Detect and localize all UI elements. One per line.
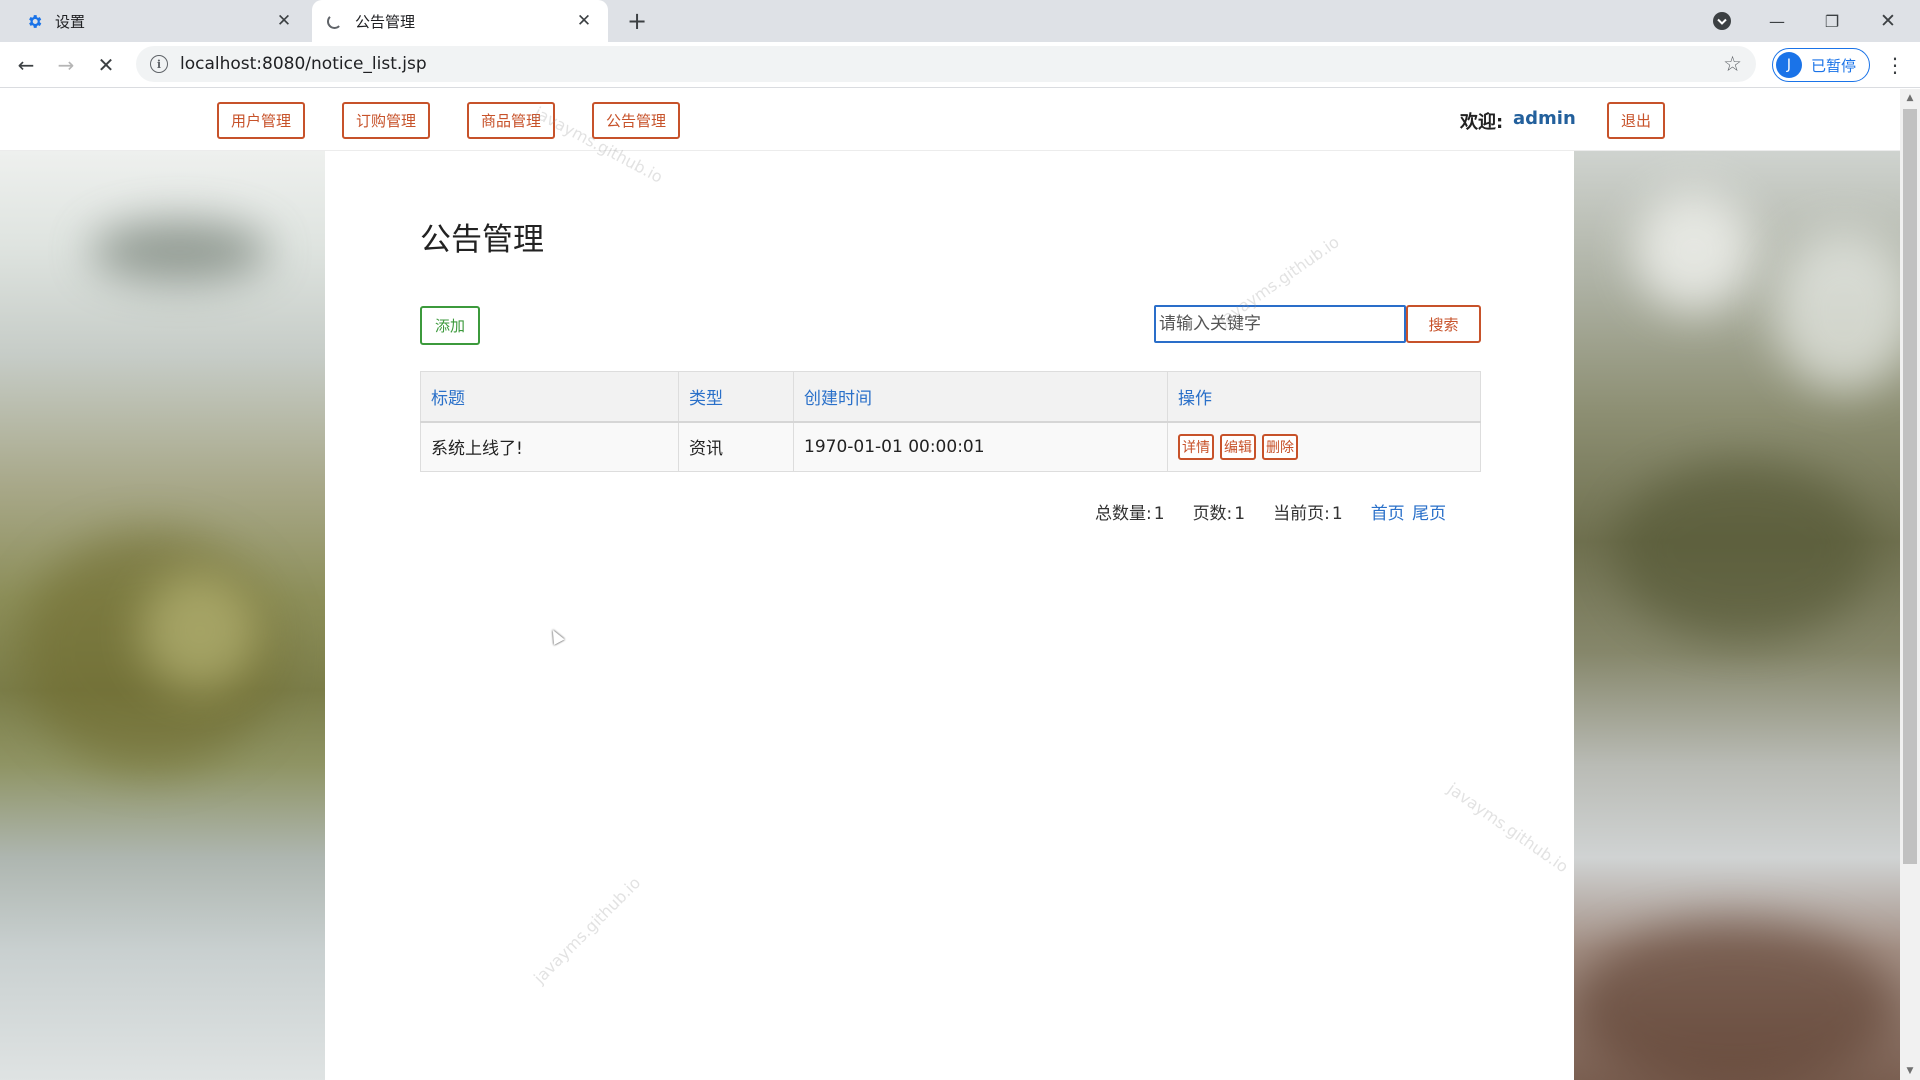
background-photo-left <box>0 151 325 1080</box>
search-input[interactable] <box>1154 305 1406 343</box>
gear-icon <box>26 13 43 30</box>
current-page: 1 <box>1331 504 1343 524</box>
page-title: 公告管理 <box>420 222 544 258</box>
minimize-icon[interactable]: — <box>1755 0 1799 42</box>
pagination: 总数量: 1 页数: 1 当前页: 1 首页 尾页 <box>1095 499 1448 524</box>
add-button[interactable]: 添加 <box>420 306 480 345</box>
nav-user-management[interactable]: 用户管理 <box>217 102 306 139</box>
close-icon[interactable]: ✕ <box>574 11 594 31</box>
current-user: admin <box>1513 108 1576 129</box>
edit-button[interactable]: 编辑 <box>1220 433 1256 460</box>
cell-title: 系统上线了! <box>420 421 679 472</box>
avatar: J <box>1776 52 1802 78</box>
column-header-title[interactable]: 标题 <box>420 371 679 423</box>
vertical-scrollbar[interactable]: ▲ ▼ <box>1900 89 1920 1080</box>
first-page-link[interactable]: 首页 <box>1371 504 1405 524</box>
tab-settings[interactable]: 设置 ✕ <box>12 0 308 42</box>
profile-button[interactable]: J 已暂停 <box>1772 48 1870 82</box>
loading-spinner-icon <box>326 13 343 30</box>
stop-loading-icon[interactable]: ✕ <box>90 49 122 81</box>
page-viewport: 用户管理 订购管理 商品管理 公告管理 欢迎: admin 退出 公告管理 添加… <box>0 89 1900 1080</box>
tab-notice-management[interactable]: 公告管理 ✕ <box>312 0 608 42</box>
more-menu-icon[interactable]: ⋮ <box>1880 48 1910 82</box>
search-button[interactable]: 搜索 <box>1406 305 1481 343</box>
scrollbar-thumb[interactable] <box>1903 109 1917 864</box>
column-header-created[interactable]: 创建时间 <box>793 371 1168 423</box>
bookmark-star-icon[interactable]: ☆ <box>1723 52 1742 76</box>
tab-strip: 设置 ✕ 公告管理 ✕ + — ❐ ✕ <box>0 0 1920 42</box>
cell-actions: 详情 编辑 删除 <box>1167 421 1481 472</box>
restore-icon[interactable]: ❐ <box>1810 0 1854 42</box>
nav-product-management[interactable]: 商品管理 <box>467 102 556 139</box>
cell-created: 1970-01-01 00:00:01 <box>793 421 1168 472</box>
browser-toolbar: ← → ✕ i localhost:8080/notice_list.jsp ☆… <box>0 42 1920 88</box>
column-header-type[interactable]: 类型 <box>678 371 794 423</box>
page-count-label: 页数: <box>1192 504 1233 524</box>
close-icon[interactable]: ✕ <box>274 11 294 31</box>
scroll-up-arrow-icon[interactable]: ▲ <box>1900 89 1920 107</box>
profile-status: 已暂停 <box>1811 56 1857 75</box>
forward-arrow-icon[interactable]: → <box>50 49 82 81</box>
total-count: 1 <box>1153 504 1165 524</box>
page-count: 1 <box>1234 504 1246 524</box>
table-row: 系统上线了! 资讯 1970-01-01 00:00:01 详情 编辑 删除 <box>420 421 1481 472</box>
top-navigation: 用户管理 订购管理 商品管理 公告管理 欢迎: admin 退出 <box>0 89 1900 151</box>
cell-type: 资讯 <box>678 421 794 472</box>
tab-title: 设置 <box>55 12 86 31</box>
close-window-icon[interactable]: ✕ <box>1866 0 1910 42</box>
notice-table: 标题 类型 创建时间 操作 系统上线了! 资讯 1970-01-01 00:00… <box>420 371 1481 472</box>
info-icon[interactable]: i <box>150 55 168 73</box>
logout-button[interactable]: 退出 <box>1607 102 1666 139</box>
detail-button[interactable]: 详情 <box>1178 433 1214 460</box>
tab-title: 公告管理 <box>355 12 416 31</box>
welcome-label: 欢迎: <box>1460 112 1504 133</box>
last-page-link[interactable]: 尾页 <box>1412 504 1446 524</box>
current-page-label: 当前页: <box>1273 504 1330 524</box>
table-header-row: 标题 类型 创建时间 操作 <box>420 371 1481 423</box>
nav-notice-management[interactable]: 公告管理 <box>592 102 681 139</box>
tab-search-icon[interactable] <box>1700 0 1744 42</box>
main-content: 公告管理 添加 搜索 标题 类型 创建时间 操作 系统上线了! 资讯 1970-… <box>325 151 1574 1080</box>
total-count-label: 总数量: <box>1095 504 1152 524</box>
new-tab-plus-icon[interactable]: + <box>622 6 652 36</box>
scroll-down-arrow-icon[interactable]: ▼ <box>1900 1062 1920 1080</box>
nav-order-management[interactable]: 订购管理 <box>342 102 431 139</box>
column-header-actions[interactable]: 操作 <box>1167 371 1481 423</box>
address-bar[interactable]: i localhost:8080/notice_list.jsp ☆ <box>136 46 1756 82</box>
back-arrow-icon[interactable]: ← <box>10 49 42 81</box>
background-photo-right <box>1574 151 1900 1080</box>
url-text: localhost:8080/notice_list.jsp <box>180 54 427 74</box>
delete-button[interactable]: 删除 <box>1262 433 1298 460</box>
